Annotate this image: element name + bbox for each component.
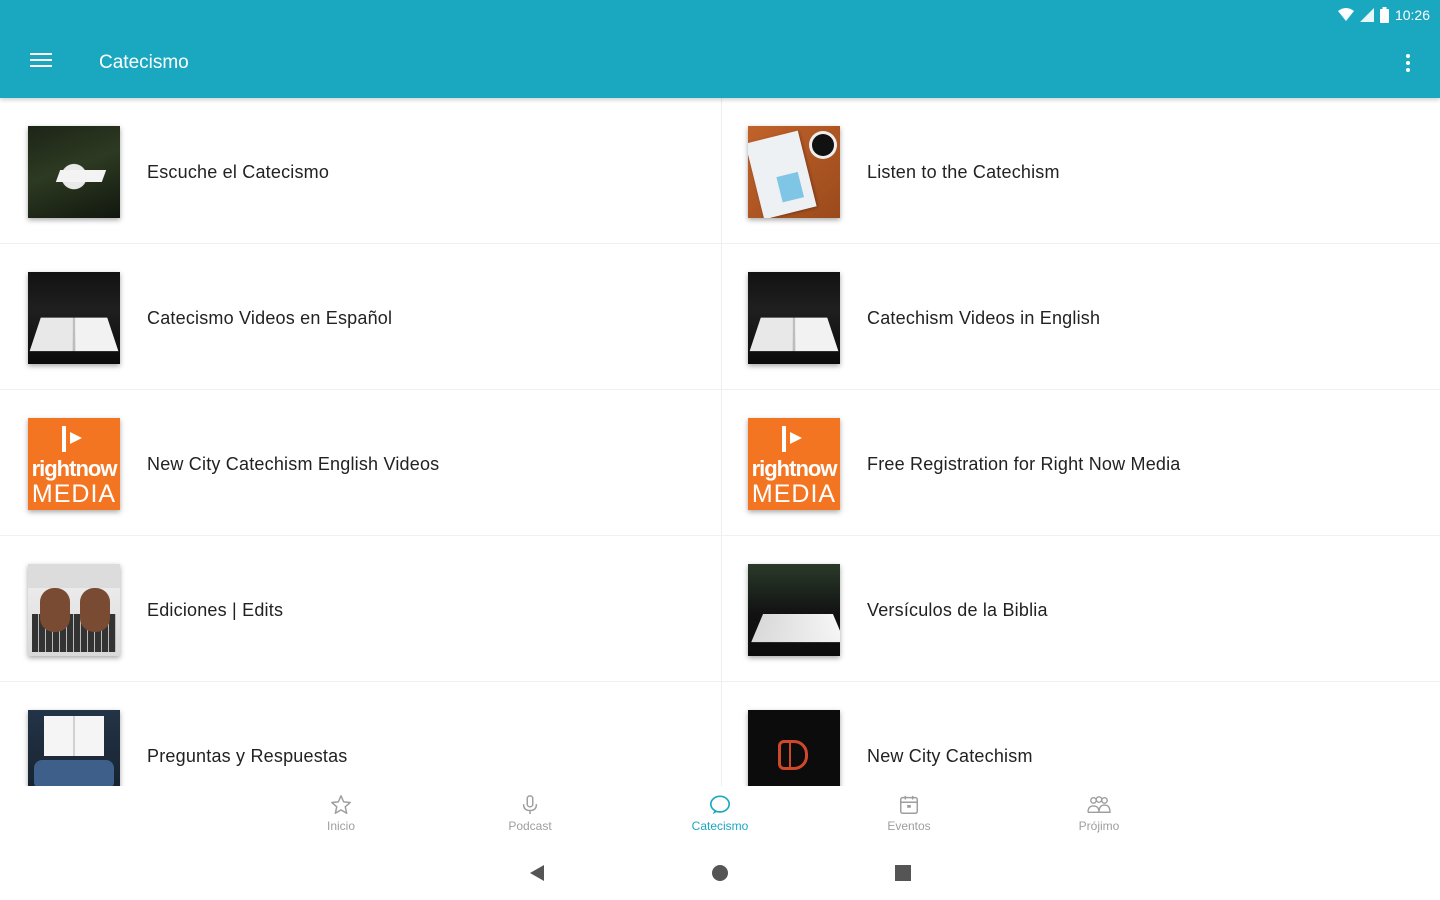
list-item-label: Listen to the Catechism [867, 162, 1060, 182]
nav-label: Inicio [326, 819, 355, 833]
nav-label: Eventos [887, 819, 931, 833]
catechism-grid: Escuche el Catecismo Listen to the Catec… [0, 98, 1440, 786]
list-item-label: New City Catechism English Videos [147, 454, 440, 474]
home-icon[interactable] [711, 864, 729, 882]
list-item-ediciones[interactable]: Ediciones | Edits [0, 536, 720, 682]
more-options-icon[interactable] [1404, 54, 1412, 74]
microphone-icon [522, 795, 538, 815]
people-icon [1087, 796, 1111, 814]
list-item-label: Ediciones | Edits [147, 600, 284, 620]
list-item-label: Preguntas y Respuestas [147, 746, 348, 766]
thumbnail-image [28, 272, 120, 364]
rightnow-media-logo: rightnow MEDIA [28, 418, 120, 510]
system-navigation-bar [0, 844, 1440, 900]
list-item-label: Versículos de la Biblia [867, 600, 1048, 620]
thumbnail-image [748, 126, 840, 218]
list-item-right-now-registration[interactable]: rightnow MEDIA Free Registration for Rig… [720, 390, 1440, 536]
list-item-videos-english[interactable]: Catechism Videos in English [720, 244, 1440, 390]
list-item-new-city-videos[interactable]: rightnow MEDIA New City Catechism Englis… [0, 390, 720, 536]
list-item-videos-espanol[interactable]: Catecismo Videos en Español [0, 244, 720, 390]
back-icon[interactable] [528, 864, 546, 882]
list-item-label: New City Catechism [867, 746, 1033, 766]
battery-icon [1379, 7, 1389, 23]
list-item-new-city-catechism[interactable]: New City Catechism [720, 682, 1440, 786]
new-city-catechism-logo [748, 710, 840, 786]
star-icon [331, 795, 351, 814]
list-item-label: Free Registration for Right Now Media [867, 454, 1181, 474]
recents-icon[interactable] [894, 864, 912, 882]
calendar-icon [900, 795, 918, 814]
thumbnail-image [28, 710, 120, 786]
nav-item-podcast[interactable]: Podcast [475, 794, 585, 833]
nav-label: Prójimo [1078, 819, 1120, 833]
nav-item-inicio[interactable]: Inicio [286, 794, 396, 833]
app-bar: 10:26 Catecismo [0, 0, 1440, 98]
page-title: Catecismo [99, 52, 189, 73]
status-time: 10:26 [1394, 7, 1430, 23]
menu-icon[interactable] [30, 53, 52, 71]
thumbnail-image [748, 272, 840, 364]
thumbnail-image [28, 564, 120, 656]
list-item-preguntas[interactable]: Preguntas y Respuestas [0, 682, 720, 786]
list-item-versiculos[interactable]: Versículos de la Biblia [720, 536, 1440, 682]
bottom-navigation: Inicio Podcast Catecismo Eventos Prójimo [0, 786, 1440, 844]
status-bar: 10:26 [1337, 6, 1430, 24]
chat-bubble-icon [710, 795, 730, 815]
wifi-icon [1337, 8, 1354, 21]
nav-item-projimo[interactable]: Prójimo [1044, 794, 1154, 833]
list-item-label: Escuche el Catecismo [147, 162, 330, 182]
thumbnail-image [28, 126, 120, 218]
nav-item-eventos[interactable]: Eventos [854, 794, 964, 833]
list-item-listen-catechism[interactable]: Listen to the Catechism [720, 98, 1440, 244]
rightnow-media-logo: rightnow MEDIA [748, 418, 840, 510]
nav-item-catecismo[interactable]: Catecismo [665, 794, 775, 833]
list-item-escuche-catecismo[interactable]: Escuche el Catecismo [0, 98, 720, 244]
nav-label: Catecismo [691, 819, 749, 833]
list-item-label: Catecismo Videos en Español [147, 308, 393, 328]
thumbnail-image [748, 564, 840, 656]
nav-label: Podcast [508, 819, 552, 833]
list-item-label: Catechism Videos in English [867, 308, 1101, 328]
signal-icon [1359, 8, 1374, 22]
